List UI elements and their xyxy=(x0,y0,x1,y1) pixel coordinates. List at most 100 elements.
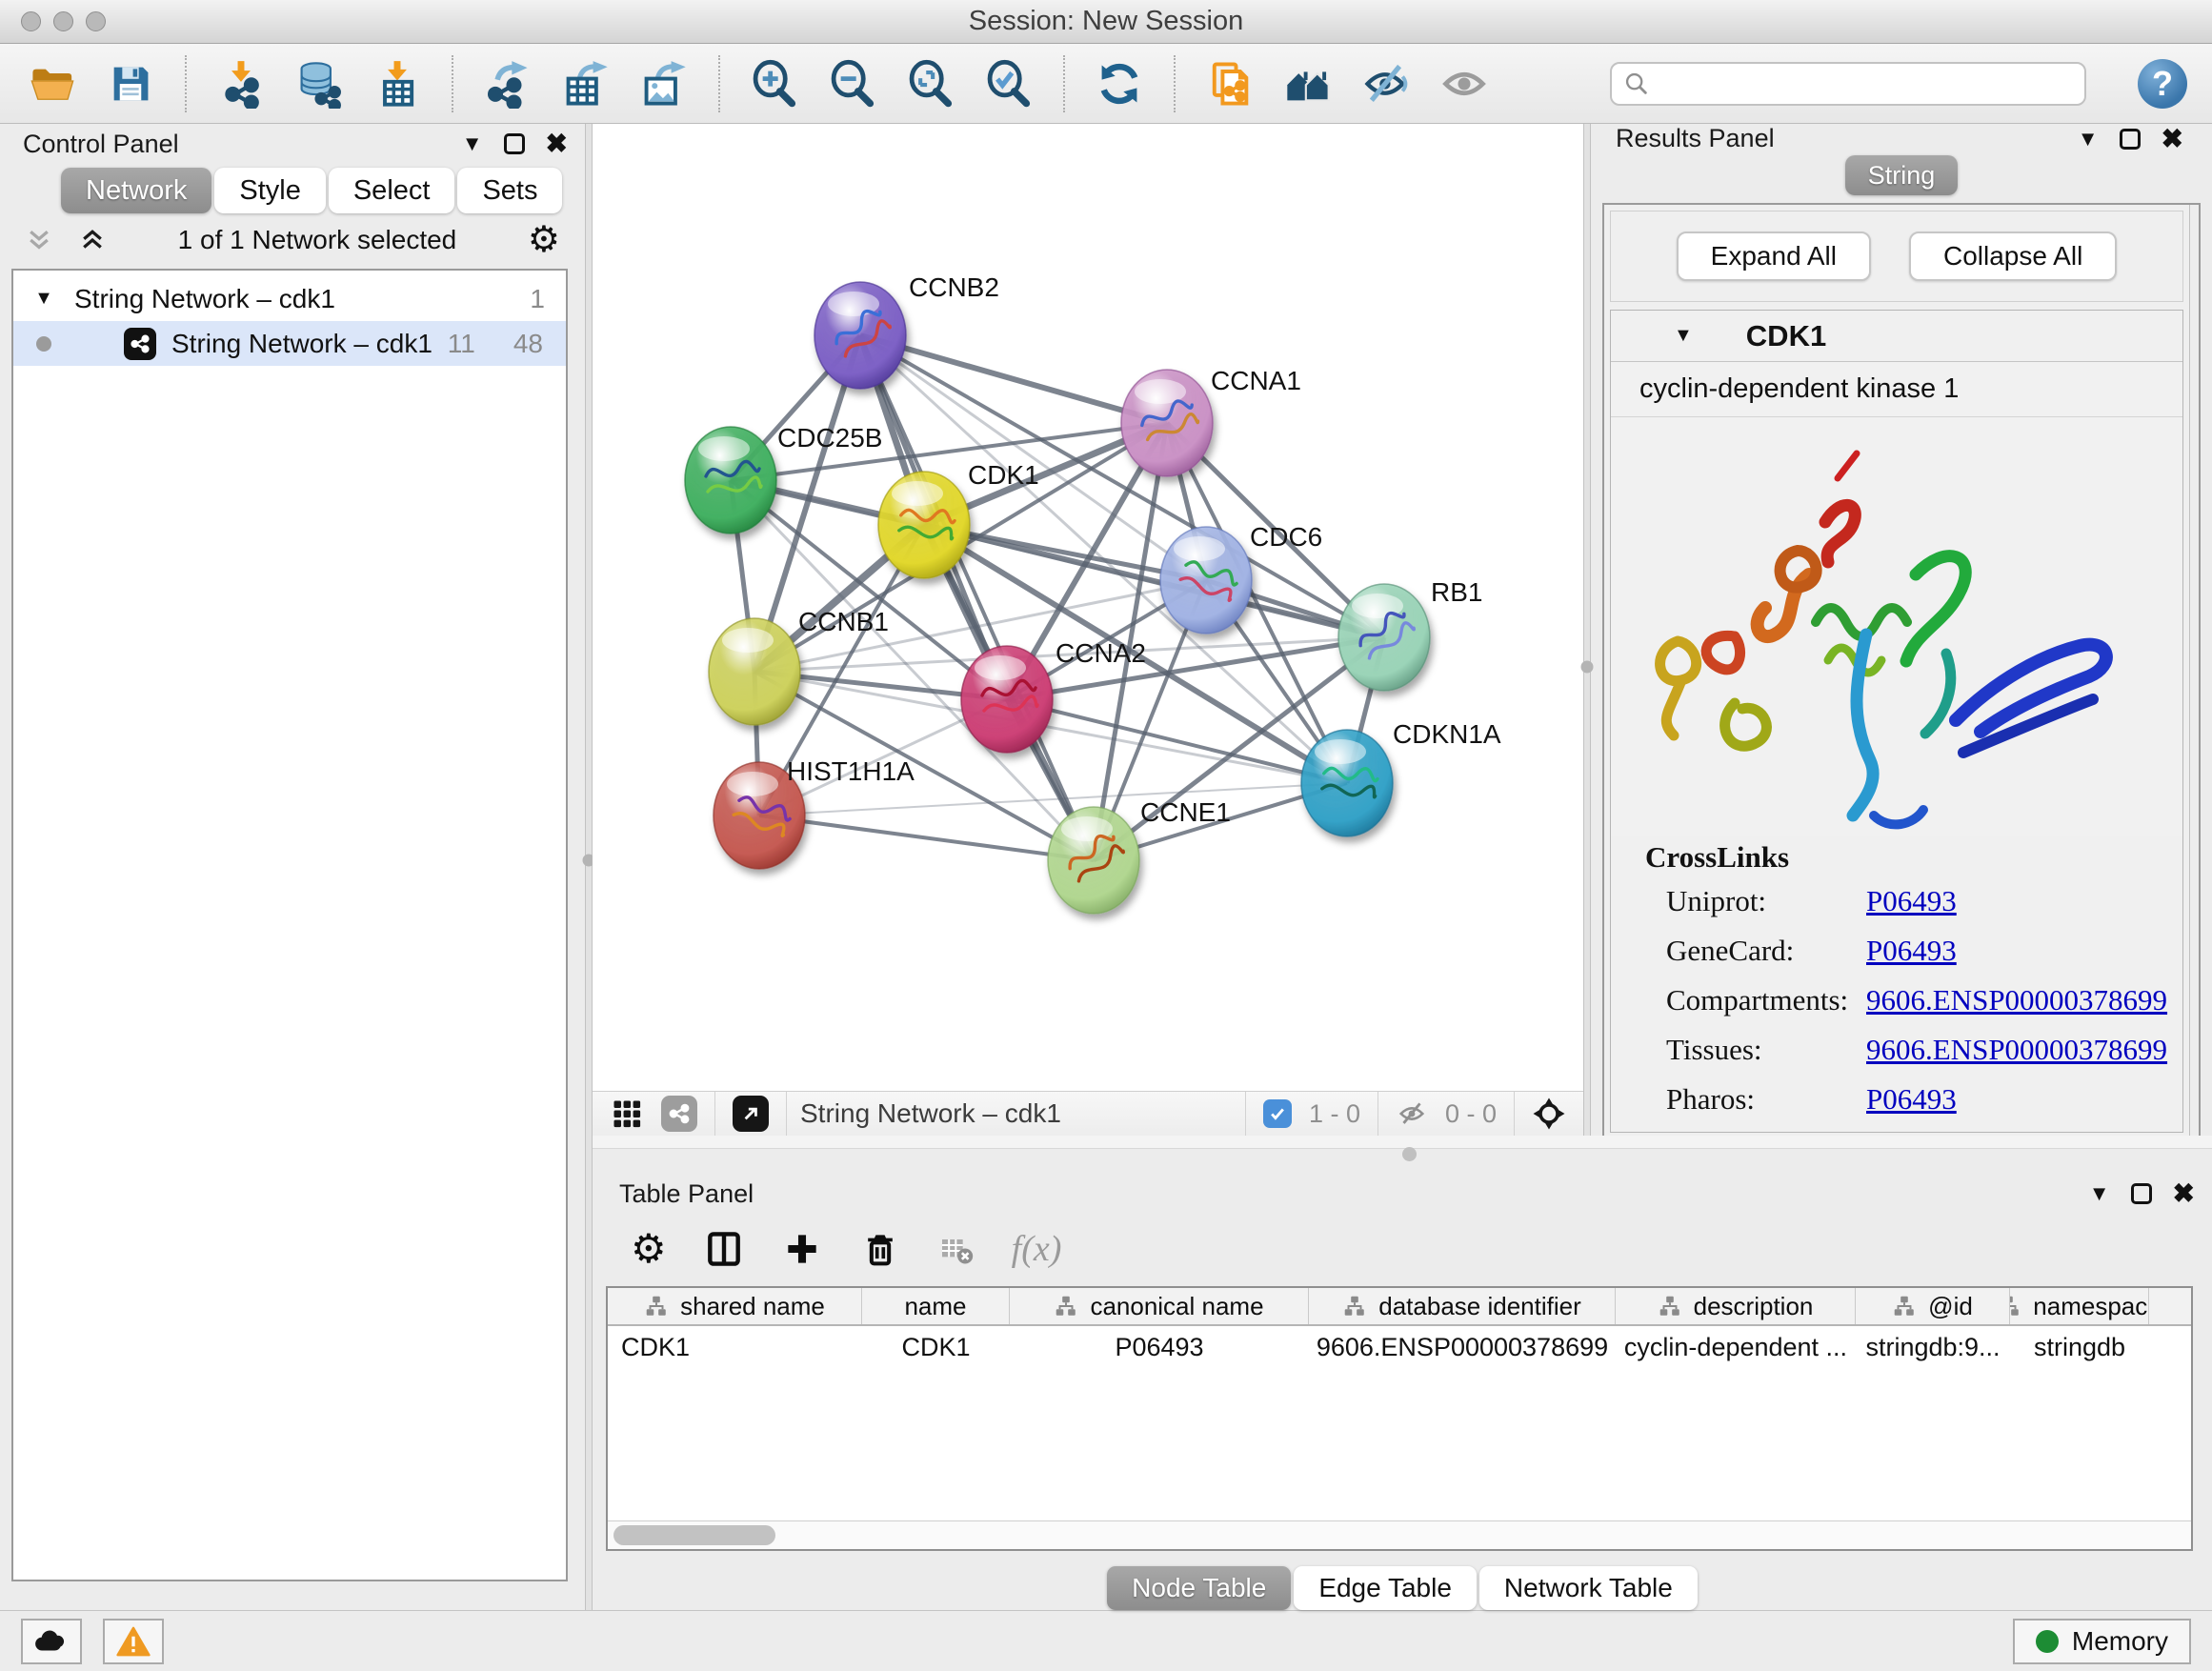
expand-all-button[interactable]: Expand All xyxy=(1677,232,1871,281)
memory-button[interactable]: Memory xyxy=(2013,1619,2191,1664)
houses-button[interactable] xyxy=(1280,56,1336,111)
hide-selected-button[interactable] xyxy=(1358,56,1414,111)
panel-float-icon[interactable] xyxy=(2131,1183,2152,1204)
table-horizontal-scrollbar[interactable] xyxy=(608,1520,2191,1549)
panel-close-icon[interactable]: ✖ xyxy=(2162,126,2183,152)
window-zoom-button[interactable] xyxy=(86,11,106,31)
expand-all-chevron-icon[interactable] xyxy=(25,226,53,254)
help-button[interactable]: ? xyxy=(2138,59,2187,109)
table-cell[interactable]: 9606.ENSP00000378699 xyxy=(1309,1333,1616,1362)
network-node-CCNA1[interactable] xyxy=(1121,370,1213,476)
panel-menu-icon[interactable]: ▼ xyxy=(2089,1183,2110,1204)
panel-float-icon[interactable] xyxy=(504,133,525,154)
column-header-description[interactable]: description xyxy=(1616,1288,1856,1324)
zoom-out-button[interactable] xyxy=(825,56,880,111)
add-column-icon[interactable] xyxy=(781,1228,823,1270)
network-node-RB1[interactable] xyxy=(1338,584,1430,691)
import-table-button[interactable] xyxy=(370,56,425,111)
panel-menu-icon[interactable]: ▼ xyxy=(462,133,483,154)
refresh-button[interactable] xyxy=(1092,56,1147,111)
table-cell[interactable]: stringdb xyxy=(2010,1333,2149,1362)
show-all-button[interactable] xyxy=(1437,56,1492,111)
export-image-button[interactable] xyxy=(636,56,692,111)
detach-view-button[interactable] xyxy=(733,1096,769,1132)
table-cell[interactable]: stringdb:9... xyxy=(1856,1333,2010,1362)
zoom-selected-button[interactable] xyxy=(981,56,1036,111)
network-options-gear-icon[interactable]: ⚙ xyxy=(528,222,560,258)
window-close-button[interactable] xyxy=(21,11,41,31)
crosslink-link[interactable]: P06493 xyxy=(1866,1082,1957,1117)
tab-node-table[interactable]: Node Table xyxy=(1107,1566,1291,1610)
column-header-canonical-name[interactable]: canonical name xyxy=(1010,1288,1309,1324)
tab-string[interactable]: String xyxy=(1845,155,1959,195)
tab-network-table[interactable]: Network Table xyxy=(1479,1566,1698,1610)
network-canvas[interactable]: CCNB2CCNA1CDC25BCDK1CDC6RB1CCNB1CCNA2CDK… xyxy=(593,124,1583,1091)
network-node-CCNB2[interactable] xyxy=(814,282,906,389)
table-cell[interactable]: CDK1 xyxy=(608,1333,862,1362)
collapse-all-button[interactable]: Collapse All xyxy=(1909,232,2117,281)
network-node-CCNE1[interactable] xyxy=(1048,807,1139,914)
save-session-button[interactable] xyxy=(103,56,158,111)
splitter-grip[interactable] xyxy=(1402,1147,1417,1161)
entry-expander-icon[interactable]: ▼ xyxy=(1674,325,1693,347)
string-view-button[interactable] xyxy=(661,1096,697,1132)
export-network-button[interactable] xyxy=(480,56,535,111)
table-cell[interactable]: P06493 xyxy=(1010,1333,1309,1362)
panel-float-icon[interactable] xyxy=(2120,129,2141,150)
grid-view-icon[interactable] xyxy=(610,1097,644,1131)
vertical-splitter-left[interactable] xyxy=(585,124,593,1610)
cloud-status-button[interactable] xyxy=(21,1619,82,1664)
toolbar-search[interactable] xyxy=(1610,62,2086,106)
crosslink-link[interactable]: 9606.ENSP00000378699 xyxy=(1866,1033,2167,1067)
tab-edge-table[interactable]: Edge Table xyxy=(1294,1566,1477,1610)
export-table-button[interactable] xyxy=(558,56,613,111)
crosslink-link[interactable]: 9606.ENSP00000378699 xyxy=(1866,983,2167,1017)
network-node-CDC25B[interactable] xyxy=(685,427,776,534)
network-node-CCNB1[interactable] xyxy=(709,618,800,725)
warning-status-button[interactable] xyxy=(103,1619,164,1664)
panel-menu-icon[interactable]: ▼ xyxy=(2078,129,2099,150)
table-cell[interactable]: CDK1 xyxy=(862,1333,1010,1362)
network-edge[interactable] xyxy=(759,815,1094,860)
delete-column-icon[interactable] xyxy=(859,1228,901,1270)
tree-expander-icon[interactable]: ▼ xyxy=(13,288,74,310)
network-node-CDK1[interactable] xyxy=(878,472,970,578)
search-input[interactable] xyxy=(1659,69,2073,98)
network-node-CCNA2[interactable] xyxy=(961,646,1053,753)
collapse-all-chevron-icon[interactable] xyxy=(78,226,107,254)
column-header-shared-name[interactable]: shared name xyxy=(608,1288,862,1324)
network-row[interactable]: String Network – cdk1 11 48 xyxy=(13,321,566,366)
window-minimize-button[interactable] xyxy=(53,11,73,31)
import-network-from-database-button[interactable] xyxy=(292,56,347,111)
tab-style[interactable]: Style xyxy=(214,168,325,213)
table-row[interactable]: CDK1CDK1P064939606.ENSP00000378699cyclin… xyxy=(608,1326,2191,1368)
column-header--id[interactable]: @id xyxy=(1856,1288,2010,1324)
import-network-button[interactable] xyxy=(213,56,269,111)
zoom-in-button[interactable] xyxy=(747,56,802,111)
panel-close-icon[interactable]: ✖ xyxy=(2173,1180,2195,1207)
open-session-button[interactable] xyxy=(25,56,80,111)
cdk1-entry-header[interactable]: ▼ CDK1 xyxy=(1611,311,2182,362)
network-node-CDC6[interactable] xyxy=(1160,527,1252,634)
vertical-splitter-right[interactable] xyxy=(1583,124,1591,1136)
zoom-fit-button[interactable] xyxy=(903,56,958,111)
column-header-name[interactable]: name xyxy=(862,1288,1010,1324)
scrollbar-thumb[interactable] xyxy=(613,1525,775,1545)
selected-checkbox-icon[interactable] xyxy=(1263,1099,1292,1128)
crosslink-link[interactable]: P06493 xyxy=(1866,884,1957,918)
horizontal-splitter[interactable] xyxy=(593,1136,2212,1174)
column-header-database-identifier[interactable]: database identifier xyxy=(1309,1288,1616,1324)
panel-close-icon[interactable]: ✖ xyxy=(546,131,568,157)
move-crosshair-icon[interactable] xyxy=(1532,1097,1566,1131)
show-columns-icon[interactable] xyxy=(703,1228,745,1270)
results-scrollbar[interactable] xyxy=(2189,205,2199,1138)
copy-network-button[interactable] xyxy=(1202,56,1257,111)
table-cell[interactable]: cyclin-dependent ... xyxy=(1616,1333,1856,1362)
tab-network[interactable]: Network xyxy=(61,168,211,213)
tab-sets[interactable]: Sets xyxy=(457,168,562,213)
crosslink-link[interactable]: P06493 xyxy=(1866,934,1957,968)
column-header-namespace[interactable]: namespace xyxy=(2010,1288,2149,1324)
table-options-gear-icon[interactable]: ⚙ xyxy=(631,1229,667,1269)
network-node-CDKN1A[interactable] xyxy=(1301,730,1393,836)
network-collection-row[interactable]: ▼ String Network – cdk1 1 xyxy=(13,276,566,321)
